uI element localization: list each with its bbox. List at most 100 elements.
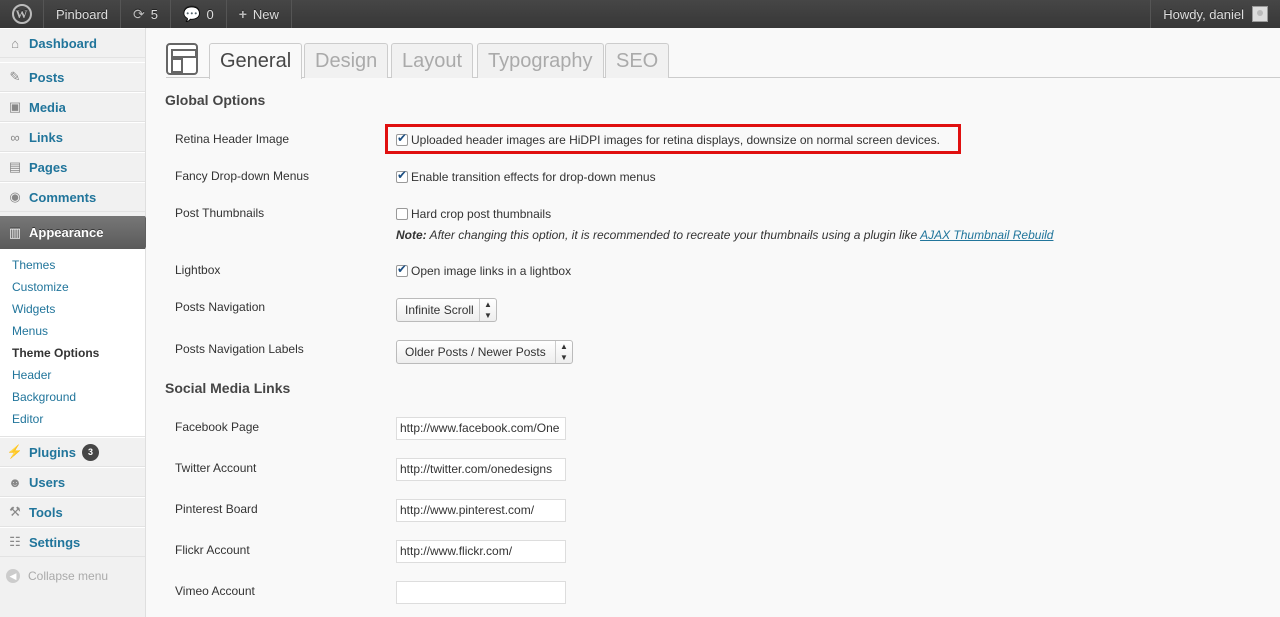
tools-icon: ⚒ [9, 504, 21, 519]
retina-header-text: Uploaded header images are HiDPI images … [411, 133, 940, 147]
submenu-customize[interactable]: Customize [0, 276, 145, 298]
submenu-theme-options[interactable]: Theme Options [0, 342, 145, 364]
ajax-thumbnail-rebuild-link[interactable]: AJAX Thumbnail Rebuild [920, 228, 1053, 242]
menu-users[interactable]: ☻ Users [0, 467, 145, 497]
tab-typography[interactable]: Typography [477, 43, 604, 78]
wordpress-logo-button[interactable]: W [0, 0, 44, 28]
menu-label: Tools [29, 504, 63, 520]
fancy-dropdown-checkbox[interactable] [396, 168, 408, 183]
tab-seo[interactable]: SEO [605, 43, 670, 78]
note-prefix: Note: [396, 228, 427, 242]
submenu-widgets[interactable]: Widgets [0, 298, 145, 320]
menu-label: Pages [29, 159, 68, 175]
twitter-account-input[interactable]: http://twitter.com/onedesigns [396, 458, 566, 481]
collapse-menu-button[interactable]: ◀ Collapse menu [0, 561, 145, 591]
retina-header-option[interactable]: Uploaded header images are HiDPI images … [396, 131, 940, 147]
menu-label: Media [29, 99, 66, 115]
pinterest-board-label: Pinterest Board [175, 502, 258, 516]
users-icon: ☻ [8, 474, 22, 490]
tab-design[interactable]: Design [304, 43, 389, 78]
new-label: New [252, 6, 279, 22]
comment-bubble-icon: 💬 [183, 5, 201, 22]
hard-crop-text: Hard crop post thumbnails [411, 207, 552, 221]
menu-dashboard[interactable]: ⌂ Dashboard [0, 28, 145, 58]
tab-general[interactable]: General [209, 43, 303, 79]
flickr-account-label: Flickr Account [175, 543, 250, 557]
menu-label: Dashboard [29, 35, 97, 51]
submenu-editor[interactable]: Editor [0, 408, 145, 430]
menu-pages[interactable]: ▤ Pages [0, 152, 145, 182]
facebook-page-label: Facebook Page [175, 420, 260, 434]
lightbox-text: Open image links in a lightbox [411, 264, 572, 278]
menu-label: Links [29, 129, 63, 145]
menu-label: Users [29, 474, 66, 490]
comments-count: 0 [206, 6, 214, 22]
vimeo-account-input[interactable] [396, 581, 566, 604]
menu-posts[interactable]: ✎ Posts [0, 62, 145, 92]
menu-appearance[interactable]: ▥ Appearance [0, 216, 153, 249]
menu-media[interactable]: ▣ Media [0, 92, 145, 122]
posts-navigation-labels-label: Posts Navigation Labels [175, 342, 304, 356]
flickr-account-input[interactable]: http://www.flickr.com/ [396, 540, 566, 563]
lightbox-label: Lightbox [175, 263, 221, 277]
submenu-header[interactable]: Header [0, 364, 145, 386]
submenu-themes[interactable]: Themes [0, 254, 145, 276]
post-thumbnails-option[interactable]: Hard crop post thumbnails [396, 207, 551, 221]
posts-navigation-labels-value: Older Posts / Newer Posts [405, 345, 546, 359]
new-content-button[interactable]: + New [227, 0, 292, 28]
home-icon: ⌂ [11, 35, 19, 51]
tab-layout[interactable]: Layout [391, 43, 474, 78]
submenu-menus[interactable]: Menus [0, 320, 145, 342]
site-name-label: Pinboard [56, 6, 109, 22]
options-tabs: General Design Layout Typography SEO [166, 42, 1280, 79]
admin-menu: ⌂ Dashboard ✎ Posts ▣ Media ∞ Links ▤ Pa… [0, 28, 153, 617]
select-arrows-icon: ▲ ▼ [479, 299, 496, 321]
avatar [1252, 6, 1268, 22]
collapse-arrow-icon: ◀ [6, 569, 20, 583]
pinterest-board-input[interactable]: http://www.pinterest.com/ [396, 499, 566, 522]
facebook-page-input[interactable]: http://www.facebook.com/One [396, 417, 566, 440]
fancy-dropdown-option[interactable]: Enable transition effects for drop-down … [396, 168, 656, 184]
retina-header-checkbox[interactable] [396, 131, 408, 146]
appearance-submenu: Themes Customize Widgets Menus Theme Opt… [0, 249, 145, 437]
lightbox-option[interactable]: Open image links in a lightbox [396, 262, 572, 278]
plugins-update-badge: 3 [81, 443, 99, 461]
collapse-label: Collapse menu [28, 569, 109, 583]
vimeo-account-label: Vimeo Account [175, 584, 255, 598]
posts-navigation-labels-select[interactable]: Older Posts / Newer Posts ▲ ▼ [396, 340, 573, 364]
menu-links[interactable]: ∞ Links [0, 122, 145, 152]
admin-bar: W Pinboard ⟳ 5 💬 0 + New Howdy, daniel [0, 0, 1280, 28]
pages-icon: ▤ [8, 159, 22, 174]
posts-navigation-select[interactable]: Infinite Scroll ▲ ▼ [396, 298, 497, 322]
main-content: General Design Layout Typography SEO Glo… [146, 28, 1280, 617]
media-icon: ▣ [8, 99, 22, 114]
menu-label: Comments [29, 189, 97, 205]
menu-label: Posts [29, 69, 65, 85]
my-account-button[interactable]: Howdy, daniel [1150, 0, 1280, 28]
posts-navigation-value: Infinite Scroll [405, 303, 474, 317]
fancy-dropdown-text: Enable transition effects for drop-down … [411, 170, 656, 184]
menu-label: Appearance [29, 225, 104, 240]
lightbox-checkbox[interactable] [396, 262, 408, 277]
menu-label: Settings [29, 534, 81, 550]
settings-icon: ☷ [9, 534, 21, 549]
fancy-dropdown-label: Fancy Drop-down Menus [175, 169, 310, 183]
link-icon: ∞ [10, 129, 20, 145]
updates-button[interactable]: ⟳ 5 [121, 0, 172, 28]
comments-button[interactable]: 💬 0 [171, 0, 227, 28]
plus-icon: + [238, 6, 247, 22]
menu-settings[interactable]: ☷ Settings [0, 527, 145, 557]
submenu-background[interactable]: Background [0, 386, 145, 408]
howdy-label: Howdy, daniel [1163, 6, 1244, 22]
appearance-icon: ▥ [8, 224, 22, 240]
site-name-link[interactable]: Pinboard [44, 0, 122, 28]
plug-icon: ⚡ [6, 444, 24, 459]
retina-header-label: Retina Header Image [175, 132, 290, 146]
hard-crop-checkbox[interactable] [396, 208, 408, 220]
menu-tools[interactable]: ⚒ Tools [0, 497, 145, 527]
twitter-account-label: Twitter Account [175, 461, 257, 475]
menu-comments[interactable]: ◉ Comments [0, 182, 145, 212]
updates-count: 5 [150, 6, 159, 22]
social-media-heading: Social Media Links [165, 380, 291, 396]
menu-plugins[interactable]: ⚡ Plugins 3 [0, 437, 145, 467]
